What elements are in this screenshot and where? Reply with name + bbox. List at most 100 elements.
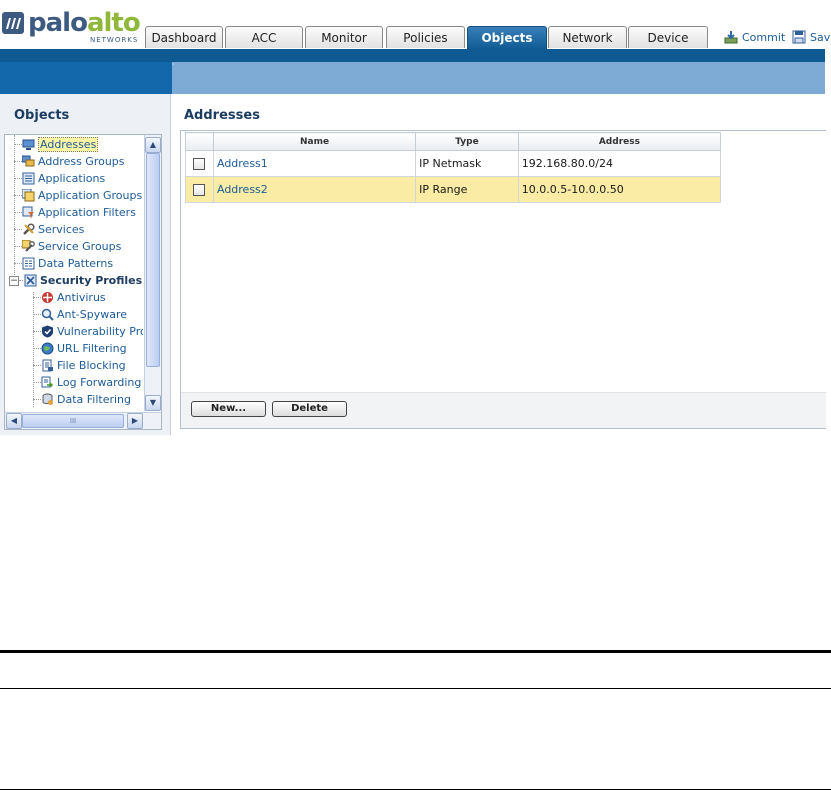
tab-dashboard[interactable]: Dashboard — [145, 26, 223, 48]
security-profiles-icon — [24, 274, 37, 287]
tree-line — [33, 331, 41, 332]
sidebar-item-services[interactable]: Services — [22, 221, 84, 238]
file-blocking-icon — [42, 359, 53, 372]
sidebar-item-application-groups[interactable]: Application Groups — [22, 187, 142, 204]
column-header-address[interactable]: Address — [517, 132, 722, 151]
addresses-grid: Name Type Address Address1 IP Netmask 19… — [180, 130, 826, 429]
commit-button[interactable]: Commit — [724, 30, 785, 44]
page-title: Addresses — [184, 108, 260, 123]
splitter-grip-icon[interactable]: · — [172, 61, 176, 69]
column-header-name[interactable]: Name — [212, 132, 417, 151]
application-groups-icon — [22, 189, 35, 202]
sidebar-item-file-blocking[interactable]: File Blocking — [41, 357, 126, 374]
row-select-cell[interactable] — [185, 150, 214, 177]
sidebar-item-applications[interactable]: Applications — [22, 170, 105, 187]
tree-line — [33, 365, 41, 366]
commit-icon — [724, 31, 738, 44]
sidebar-item-label: Security Profiles — [40, 274, 143, 287]
sidebar-item-address-groups[interactable]: Address Groups — [22, 153, 125, 170]
scroll-up-icon[interactable]: ▲ — [145, 137, 161, 153]
header-bar — [0, 49, 825, 62]
tab-objects[interactable]: Objects — [467, 26, 547, 50]
sidebar-item-label: Application Filters — [38, 206, 136, 219]
service-groups-icon — [22, 240, 35, 252]
sidebar-item-antivirus[interactable]: Antivirus — [41, 289, 106, 306]
table-row[interactable]: Address2 IP Range 10.0.0.5-10.0.0.50 — [185, 176, 722, 203]
tree-line — [33, 297, 41, 298]
sidebar-item-label: Service Groups — [38, 240, 122, 253]
sidebar-item-label: Services — [38, 223, 85, 236]
sidebar-item-vulnerability-protection[interactable]: Vulnerability Prote — [41, 323, 143, 340]
anti-spyware-icon — [41, 308, 54, 321]
tab-network[interactable]: Network — [548, 26, 627, 48]
select-column-header[interactable] — [185, 132, 214, 151]
subheader-bar: · — [0, 61, 825, 94]
tree-line — [33, 292, 34, 407]
sidebar-item-label: Address Groups — [38, 155, 125, 168]
tree-vertical-scrollbar[interactable]: ▲ ▼ — [144, 135, 161, 411]
delete-button[interactable]: Delete — [272, 401, 347, 417]
tree-line — [14, 178, 22, 179]
vulnerability-protection-icon — [42, 325, 53, 338]
collapse-security-profiles-icon[interactable]: − — [9, 276, 19, 286]
new-button[interactable]: New... — [191, 401, 266, 417]
addresses-table: Name Type Address Address1 IP Netmask 19… — [185, 132, 722, 203]
tree-line — [33, 314, 41, 315]
row-checkbox[interactable] — [193, 158, 206, 170]
sidebar-item-label: Data Filtering — [57, 393, 132, 406]
tree-line — [33, 382, 41, 383]
sidebar-item-label: Ant-Spyware — [57, 308, 128, 321]
save-icon — [792, 30, 806, 44]
tree-line — [14, 263, 22, 264]
scroll-left-icon[interactable]: ◀ — [6, 413, 22, 429]
tree-line — [14, 212, 22, 213]
sidebar-item-label: URL Filtering — [57, 342, 127, 355]
brand-name: paloalto — [28, 8, 141, 38]
scroll-right-icon[interactable]: ▶ — [127, 413, 143, 429]
tab-policies[interactable]: Policies — [386, 26, 465, 48]
tab-acc[interactable]: ACC — [225, 26, 303, 48]
sidebar-item-application-filters[interactable]: Application Filters — [22, 204, 136, 221]
sidebar-item-anti-spyware[interactable]: Ant-Spyware — [41, 306, 127, 323]
scroll-down-icon[interactable]: ▼ — [145, 395, 161, 411]
sidebar-item-label: Applications — [38, 172, 106, 185]
tree-line — [14, 229, 22, 230]
address-groups-icon — [22, 155, 35, 167]
cell-name[interactable]: Address1 — [212, 150, 417, 177]
sidebar-item-addresses[interactable]: Addresses — [22, 136, 99, 153]
palo-alto-logo: paloalto NETWORKS — [2, 8, 141, 48]
sidebar-item-data-filtering[interactable]: Data Filtering — [41, 391, 131, 408]
column-header-type[interactable]: Type — [415, 132, 519, 151]
applications-icon — [22, 172, 35, 185]
tab-device[interactable]: Device — [628, 26, 708, 48]
log-forwarding-icon — [41, 376, 54, 388]
antivirus-icon — [42, 292, 53, 303]
horizontal-scroll-thumb[interactable]: III — [22, 414, 124, 428]
brand-name-part2: alto — [86, 8, 141, 38]
services-icon — [23, 223, 35, 235]
sidebar-item-data-patterns[interactable]: Data Patterns — [22, 255, 113, 272]
sidebar-item-label: Application Groups — [38, 189, 143, 202]
sidebar-item-log-forwarding[interactable]: Log Forwarding — [41, 374, 141, 391]
tab-monitor[interactable]: Monitor — [305, 26, 383, 48]
sidebar-item-security-profiles[interactable]: Security Profiles — [24, 272, 142, 289]
sidebar-item-service-groups[interactable]: Service Groups — [22, 238, 121, 255]
table-row[interactable]: Address1 IP Netmask 192.168.80.0/24 — [185, 150, 722, 177]
tree-line — [14, 161, 22, 162]
tree-line — [14, 246, 22, 247]
sidebar-item-label: Data Patterns — [38, 257, 114, 270]
document-rule-thick — [0, 650, 831, 653]
sidebar-item-label: Log Forwarding — [57, 376, 142, 389]
cell-name[interactable]: Address2 — [212, 176, 417, 203]
palo-alto-logo-mark-icon — [2, 12, 24, 34]
row-select-cell[interactable] — [185, 176, 214, 203]
data-filtering-icon — [42, 393, 53, 405]
tree-horizontal-scrollbar[interactable]: ◀ III ▶ — [5, 412, 161, 429]
sidebar-item-url-filtering[interactable]: URL Filtering — [41, 340, 127, 357]
row-checkbox[interactable] — [193, 184, 206, 196]
save-button[interactable]: Sav — [792, 30, 830, 44]
vertical-scroll-thumb[interactable] — [146, 153, 160, 367]
sidebar-item-label: Addresses — [38, 137, 99, 152]
tree-line — [14, 144, 22, 145]
tree-line — [19, 280, 23, 281]
